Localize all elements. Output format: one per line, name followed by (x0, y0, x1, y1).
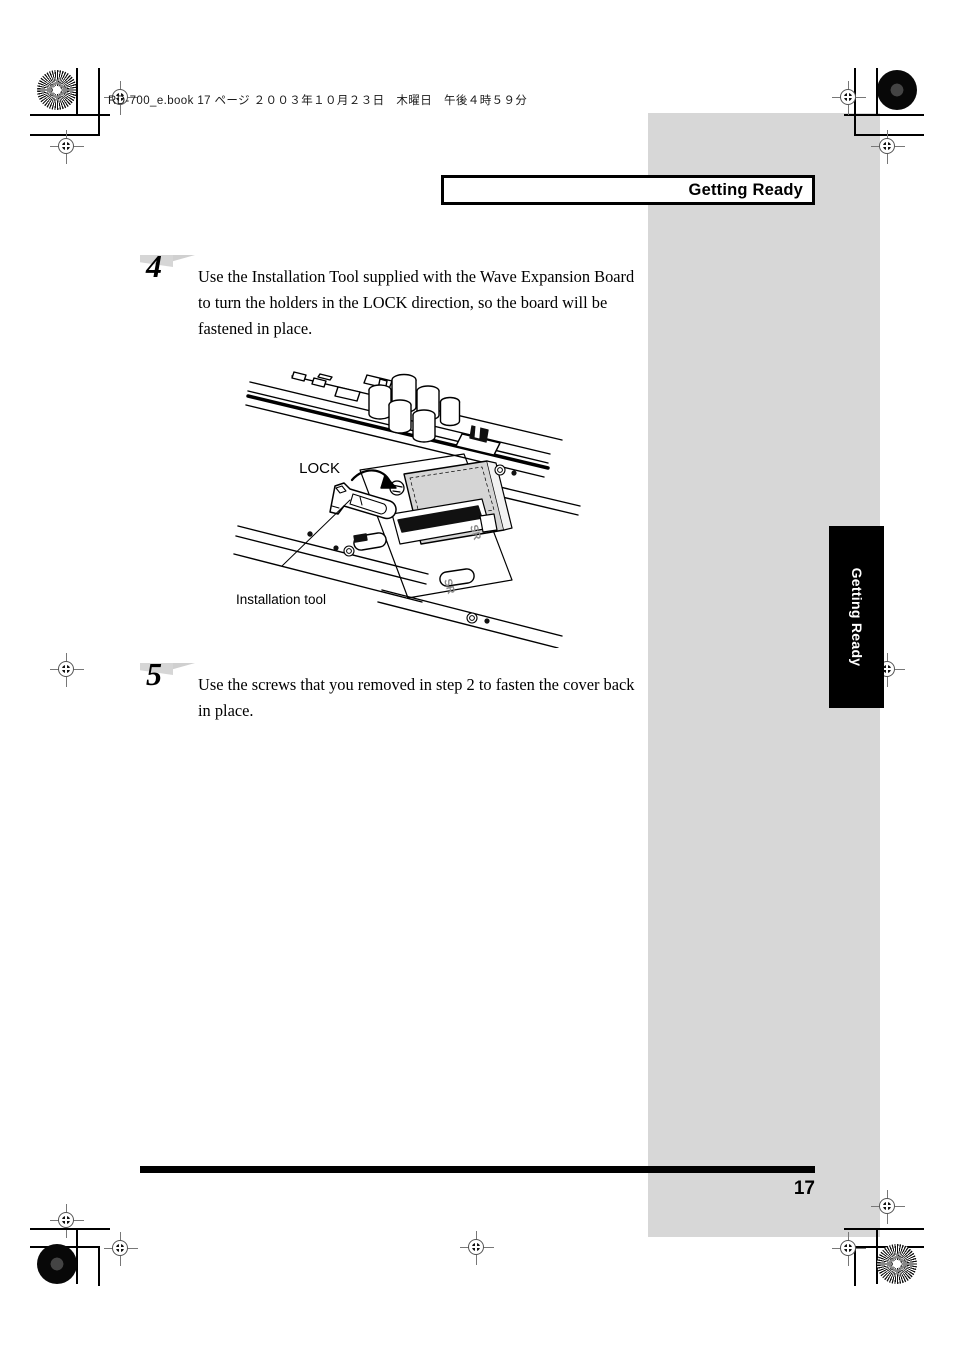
crop-mark-bottom-left-horizontal (30, 1228, 110, 1230)
smd-chip-1 (291, 371, 307, 382)
registration-target-top-right-lower (871, 130, 905, 164)
book-file-header: RD-700_e.book 17 ページ ２００３年１０月２３日 木曜日 午後４… (108, 95, 528, 107)
section-title-text: Getting Ready (688, 180, 803, 199)
step-number-5: 5 (146, 656, 162, 692)
density-gauge-top-right (877, 70, 917, 110)
density-gauge-top-left (37, 70, 77, 110)
step-text-4: Use the Installation Tool supplied with … (198, 267, 635, 338)
crop-mark-bottom-left-vertical (76, 1228, 78, 1284)
page-number: 17 (793, 1178, 815, 1199)
registration-target-bottom-center (460, 1231, 494, 1265)
registration-target-bottom-left-upper (50, 1204, 84, 1238)
chassis-rail-lower-2 (235, 535, 427, 585)
crop-mark-bottom-right-horizontal (844, 1228, 924, 1230)
chassis-rail-lower-5 (377, 601, 559, 648)
section-title-bar: Getting Ready (441, 175, 815, 205)
capacitor-1-body (368, 389, 392, 420)
lock-rotation-arrow (350, 469, 397, 489)
side-index-tab-label: Getting Ready (848, 567, 865, 667)
registration-target-bottom-right-upper (871, 1190, 905, 1224)
step-text-5: Use the screws that you removed in step … (198, 675, 635, 720)
registration-target-bottom-left (104, 1232, 138, 1266)
step-marker-4: 4 (140, 248, 202, 288)
registration-target-bottom-right (832, 1232, 866, 1266)
footer-rule (140, 1166, 815, 1173)
step-flag-icon (163, 255, 195, 273)
holder-pin-left-slot (353, 533, 368, 543)
page-canvas: RD-700_e.book 17 ページ ２００３年１０月２３日 木曜日 午後４… (0, 0, 954, 1351)
registration-target-top-right (832, 81, 866, 115)
density-gauge-bottom-right (877, 1244, 917, 1284)
step-number-4: 4 (146, 248, 162, 284)
installation-tool-callout-label: Installation tool (236, 592, 326, 607)
registration-target-left-middle (50, 653, 84, 687)
side-index-tab: Getting Ready (829, 526, 884, 708)
capacitor-3-body (388, 404, 412, 434)
crop-mark-top-left-vertical (76, 68, 78, 116)
step-marker-5: 5 (140, 656, 202, 696)
smd-chip-4 (334, 386, 361, 402)
installation-illustration: SR SR LOCK Installation tool (232, 358, 582, 648)
capacitor-5-body (412, 414, 436, 443)
registration-target-top-left-lower (50, 130, 84, 164)
density-gauge-bottom-left (37, 1244, 77, 1284)
capacitor-group (368, 373, 461, 443)
crop-mark-top-right-vertical (876, 68, 878, 116)
crop-mark-top-left-vertical-inner (98, 68, 100, 136)
lock-callout-label: LOCK (299, 460, 340, 477)
crop-mark-bottom-left-vertical-inner (98, 1246, 100, 1286)
capacitor-6-body (439, 401, 461, 427)
step-flag-icon (163, 663, 195, 681)
smd-chip-2 (311, 377, 327, 388)
